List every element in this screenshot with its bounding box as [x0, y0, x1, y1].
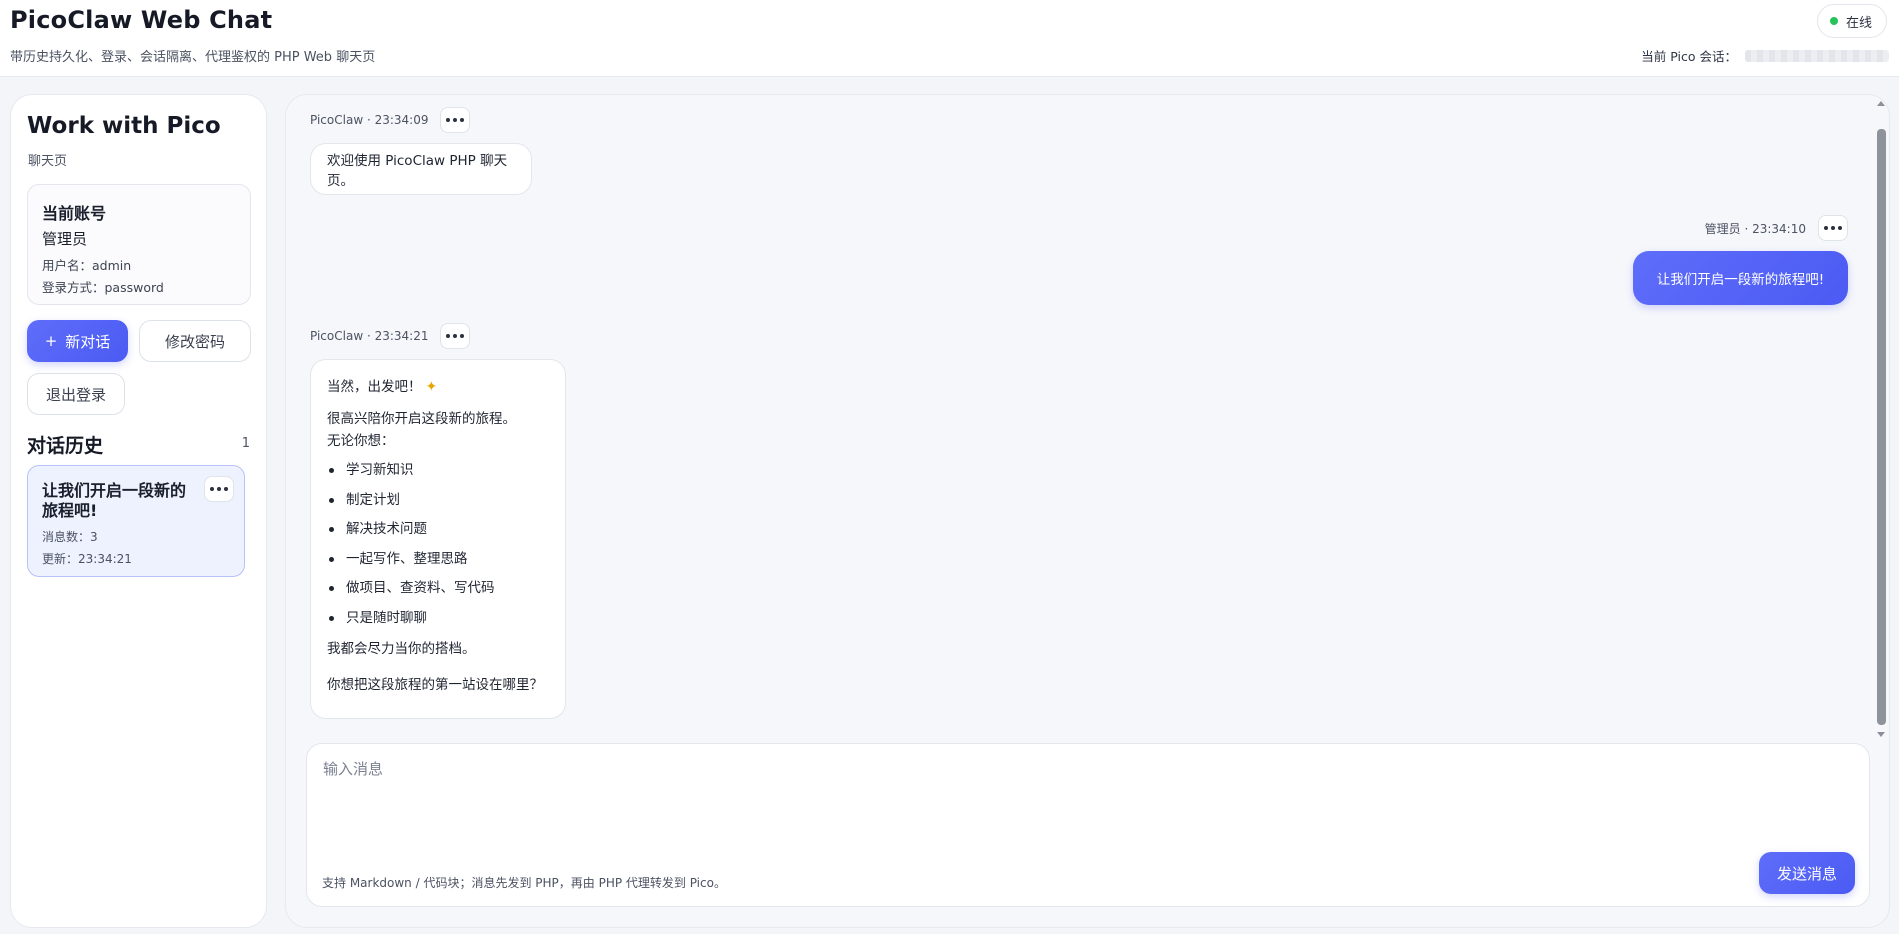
message-paragraph: 我都会尽力当你的搭档。 — [327, 640, 476, 657]
sparkle-icon: ✦ — [425, 379, 438, 395]
message-list[interactable]: PicoClaw · 23:34:09 欢迎使用 PicoClaw PHP 聊天… — [286, 95, 1876, 743]
account-username: 用户名：admin — [42, 258, 132, 273]
new-chat-button[interactable]: + 新对话 — [27, 320, 128, 362]
status-badge: 在线 — [1816, 4, 1887, 38]
more-dots-icon — [460, 118, 465, 122]
session-info: 当前 Pico 会话： — [1641, 46, 1889, 65]
history-item[interactable]: 让我们开启一段新的旅程吧! 消息数：3 更新：23:34:21 — [27, 465, 245, 577]
composer-hint: 支持 Markdown / 代码块；消息先发到 PHP，再由 PHP 代理转发到… — [322, 876, 726, 890]
change-password-button[interactable]: 修改密码 — [139, 320, 251, 362]
more-dots-icon — [446, 118, 451, 122]
more-dots-icon — [217, 487, 221, 491]
message-meta: 管理员 · 23:34:10 — [1705, 215, 1848, 241]
sidebar-subtitle: 聊天页 — [28, 154, 68, 169]
message-composer: 支持 Markdown / 代码块；消息先发到 PHP，再由 PHP 代理转发到… — [306, 743, 1870, 907]
message-intro: 当然，出发吧！ — [327, 379, 422, 395]
list-item: 一起写作、整理思路 — [327, 549, 549, 569]
message-paragraph: 很高兴陪你开启这段新的旅程。 — [327, 411, 516, 427]
message-meta: PicoClaw · 23:34:21 — [310, 323, 471, 349]
history-title: 对话历史 — [27, 435, 104, 457]
message-menu-button[interactable] — [440, 107, 471, 133]
message-meta-text: PicoClaw · 23:34:09 — [310, 113, 429, 127]
message-menu-button[interactable] — [1818, 215, 1848, 241]
logout-button[interactable]: 退出登录 — [27, 373, 125, 415]
more-dots-icon — [453, 334, 458, 338]
scroll-up-arrow-icon[interactable] — [1877, 101, 1885, 106]
account-login-method: 登录方式：password — [42, 280, 164, 295]
app-header: PicoClaw Web Chat 带历史持久化、登录、会话隔离、代理鉴权的 P… — [0, 0, 1899, 77]
list-item: 学习新知识 — [327, 460, 549, 480]
more-dots-icon — [446, 334, 451, 338]
session-id-redacted — [1745, 49, 1889, 62]
message-meta-text: PicoClaw · 23:34:21 — [310, 329, 429, 343]
history-count: 1 — [241, 436, 250, 451]
sidebar-title: Work with Pico — [27, 113, 221, 139]
send-button[interactable]: 发送消息 — [1759, 852, 1855, 894]
app-subtitle: 带历史持久化、登录、会话隔离、代理鉴权的 PHP Web 聊天页 — [10, 50, 376, 65]
scrollbar-thumb[interactable] — [1877, 129, 1886, 725]
more-dots-icon — [224, 487, 228, 491]
list-item: 制定计划 — [327, 490, 549, 510]
online-dot-icon — [1829, 17, 1838, 25]
history-item-updated: 更新：23:34:21 — [42, 552, 132, 566]
message-meta-text: 管理员 · 23:34:10 — [1704, 221, 1806, 236]
list-item: 解决技术问题 — [327, 519, 549, 539]
status-label: 在线 — [1845, 15, 1872, 31]
chat-panel: PicoClaw · 23:34:09 欢迎使用 PicoClaw PHP 聊天… — [285, 94, 1890, 928]
list-item: 做项目、查资料、写代码 — [327, 578, 549, 598]
message-list-block: 学习新知识 制定计划 解决技术问题 一起写作、整理思路 做项目、查资料、写代码 … — [327, 460, 549, 628]
plus-icon: + — [44, 332, 58, 350]
account-card: 当前账号 管理员 用户名：admin 登录方式：password — [27, 184, 251, 305]
app-title: PicoClaw Web Chat — [10, 6, 273, 34]
list-item: 只是随时聊聊 — [327, 608, 549, 628]
sidebar: Work with Pico 聊天页 当前账号 管理员 用户名：admin 登录… — [10, 94, 267, 928]
message-scrollbar[interactable] — [1875, 101, 1889, 737]
message-paragraph: 当然，出发吧！ ✦ — [327, 376, 549, 398]
scroll-down-arrow-icon[interactable] — [1877, 732, 1885, 737]
more-dots-icon — [1824, 226, 1828, 230]
message-paragraph: 无论你想： — [327, 433, 395, 449]
session-label: 当前 Pico 会话： — [1641, 49, 1737, 64]
history-item-message-count: 消息数：3 — [42, 530, 98, 544]
more-dots-icon — [460, 334, 465, 338]
user-message-bubble: 让我们开启一段新的旅程吧! — [1633, 251, 1848, 305]
account-role: 管理员 — [42, 230, 88, 248]
more-dots-icon — [1831, 226, 1835, 230]
account-heading: 当前账号 — [42, 204, 107, 223]
message-paragraph: 你想把这段旅程的第一站设在哪里？ — [327, 676, 543, 693]
assistant-message-bubble: 当然，出发吧！ ✦ 很高兴陪你开启这段新的旅程。 无论你想： 学习新知识 制定计划… — [310, 359, 566, 719]
history-item-title: 让我们开启一段新的旅程吧! — [42, 481, 187, 520]
message-meta: PicoClaw · 23:34:09 — [310, 107, 471, 133]
message-menu-button[interactable] — [440, 323, 471, 349]
message-input[interactable] — [323, 758, 1843, 838]
more-dots-icon — [1838, 226, 1842, 230]
new-chat-label: 新对话 — [65, 332, 111, 351]
assistant-message-bubble: 欢迎使用 PicoClaw PHP 聊天页。 — [310, 143, 532, 195]
more-dots-icon — [210, 487, 214, 491]
more-dots-icon — [453, 118, 458, 122]
history-item-menu-button[interactable] — [204, 476, 234, 502]
